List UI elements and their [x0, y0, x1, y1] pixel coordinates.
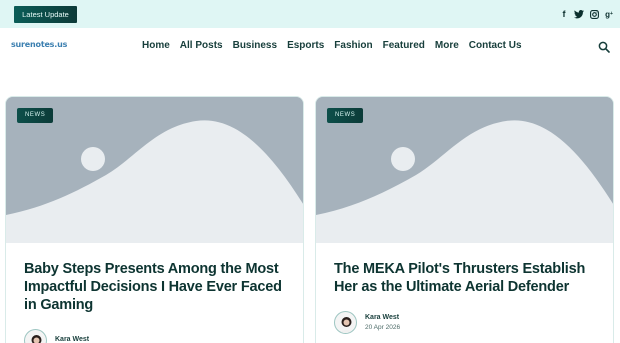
nav-featured[interactable]: Featured [383, 40, 425, 51]
post-card[interactable]: NEWS Baby Steps Presents Among the Most … [5, 96, 304, 343]
author-name[interactable]: Kara West [365, 314, 400, 321]
post-title[interactable]: Baby Steps Presents Among the Most Impac… [24, 260, 289, 314]
author-name[interactable]: Kara West [55, 336, 89, 343]
category-badge[interactable]: NEWS [17, 108, 54, 123]
main-nav: Home All Posts Business Esports Fashion … [142, 40, 522, 51]
top-bar: Latest Update f g + [0, 0, 620, 28]
post-meta: Kara West 20 Apr 2026 [334, 311, 400, 334]
post-card[interactable]: NEWS The MEKA Pilot's Thrusters Establis… [315, 96, 614, 343]
social-links: f g + [559, 8, 614, 20]
post-thumbnail[interactable]: NEWS [316, 97, 613, 243]
nav-contact-us[interactable]: Contact Us [469, 40, 522, 51]
site-logo[interactable]: surenotes.us [11, 40, 67, 49]
site-header: surenotes.us Home All Posts Business Esp… [0, 28, 620, 66]
instagram-icon[interactable] [589, 8, 599, 20]
nav-business[interactable]: Business [233, 40, 277, 51]
post-thumbnail[interactable]: NEWS [6, 97, 303, 243]
avatar[interactable] [24, 329, 47, 343]
twitter-icon[interactable] [574, 8, 584, 20]
avatar[interactable] [334, 311, 357, 334]
search-icon[interactable] [598, 41, 610, 53]
post-meta: Kara West [24, 329, 89, 343]
post-title[interactable]: The MEKA Pilot's Thrusters Establish Her… [334, 260, 599, 296]
google-plus-icon[interactable]: g + [604, 8, 614, 20]
category-badge[interactable]: NEWS [327, 108, 364, 123]
nav-fashion[interactable]: Fashion [334, 40, 372, 51]
facebook-icon[interactable]: f [559, 8, 569, 20]
nav-more[interactable]: More [435, 40, 459, 51]
nav-home[interactable]: Home [142, 40, 170, 51]
post-date: 20 Apr 2026 [365, 324, 401, 331]
nav-all-posts[interactable]: All Posts [180, 40, 223, 51]
latest-update-button[interactable]: Latest Update [14, 6, 77, 23]
nav-esports[interactable]: Esports [287, 40, 324, 51]
